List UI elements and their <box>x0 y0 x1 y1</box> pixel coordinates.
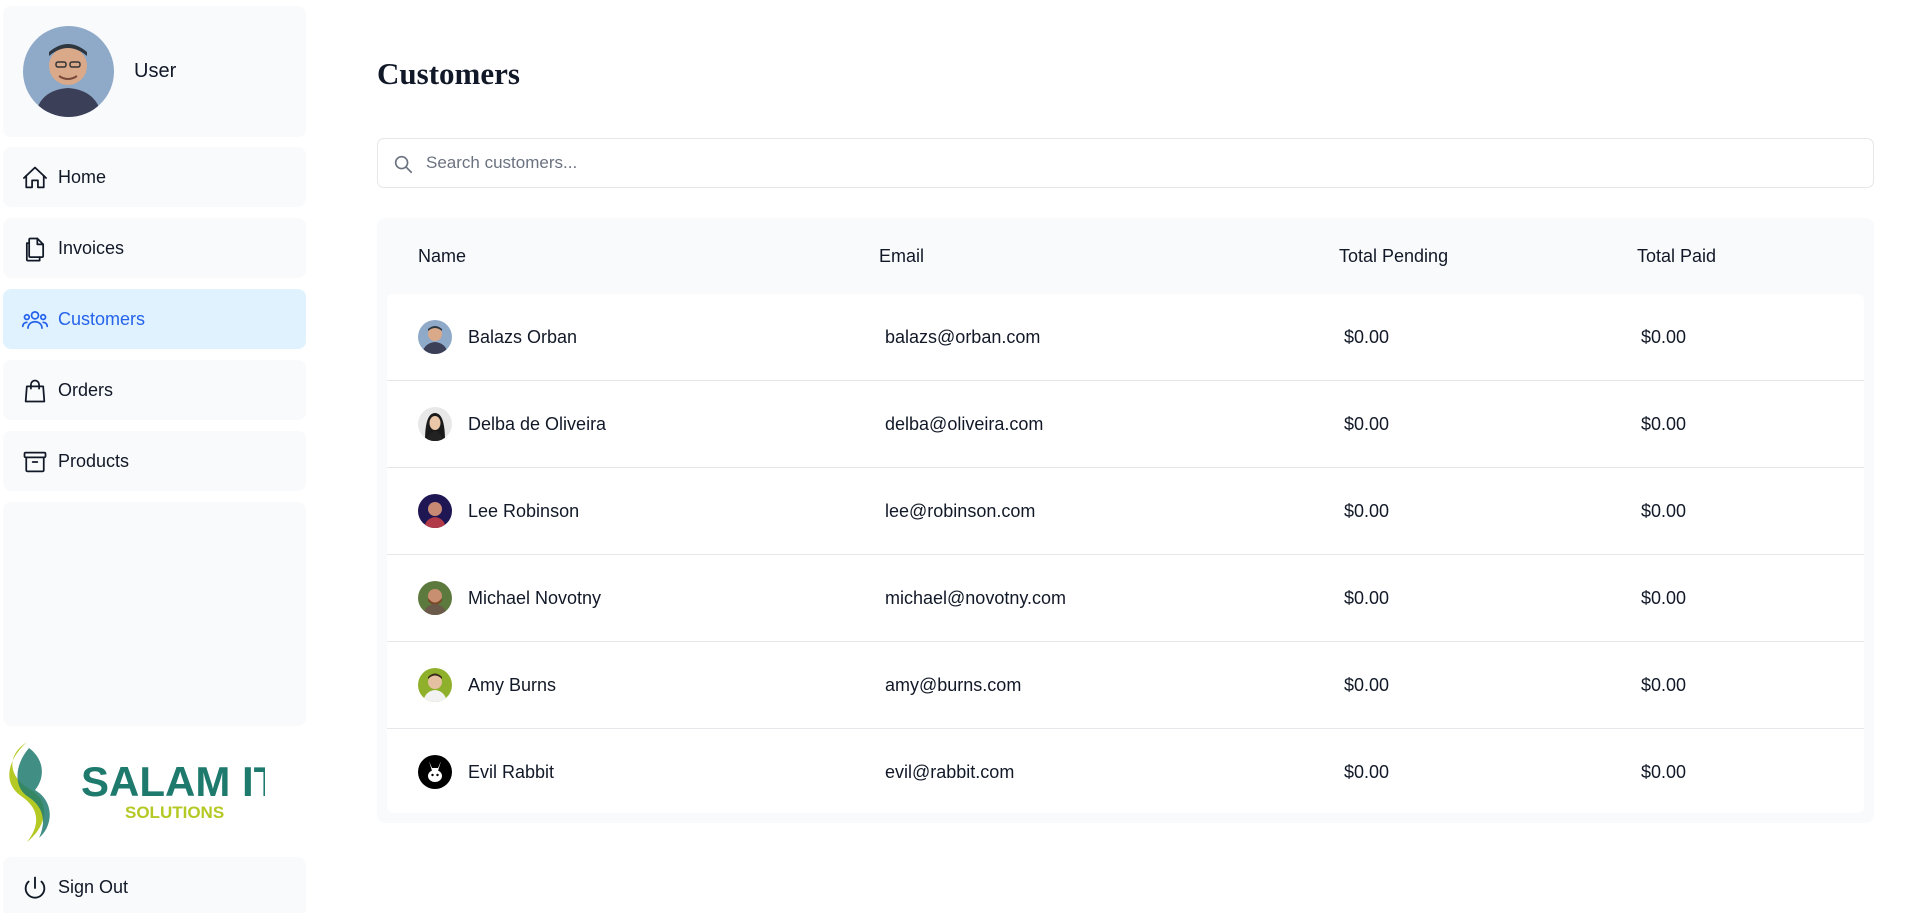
customer-total-paid: $0.00 <box>1641 414 1687 434</box>
page-title: Customers <box>377 56 520 91</box>
column-header-email: Email <box>879 246 925 266</box>
customer-total-pending: $0.00 <box>1344 675 1390 695</box>
table-row[interactable]: Lee Robinson lee@robinson.com $0.00 $0.0… <box>387 468 1864 555</box>
table-header: Name Email Total Pending Total Paid <box>377 218 1874 294</box>
customer-name: Delba de Oliveira <box>468 414 607 434</box>
main-content: Customers Name Email Total Pending Total… <box>377 0 1875 913</box>
sidebar-item-label: Orders <box>58 380 114 400</box>
customer-total-paid: $0.00 <box>1641 327 1687 347</box>
sidebar-item-label: Products <box>58 451 130 471</box>
power-icon <box>24 876 46 899</box>
customer-total-pending: $0.00 <box>1344 501 1390 521</box>
user-name: User <box>134 60 177 82</box>
customer-avatar <box>418 668 452 702</box>
sidebar-spacer <box>3 502 306 726</box>
customer-email: amy@burns.com <box>885 675 1022 695</box>
home-icon <box>23 166 47 189</box>
customer-total-paid: $0.00 <box>1641 675 1687 695</box>
customer-email: delba@oliveira.com <box>885 414 1044 434</box>
customer-avatar <box>418 494 452 528</box>
customer-name: Evil Rabbit <box>468 762 555 782</box>
sidebar-item-label: Home <box>58 167 107 187</box>
customer-total-pending: $0.00 <box>1344 588 1390 608</box>
customer-email: michael@novotny.com <box>885 588 1067 608</box>
customer-name: Lee Robinson <box>468 501 580 521</box>
salam-it-logo[interactable]: SALAM IT SOLUTIONS <box>5 738 280 848</box>
customer-name: Michael Novotny <box>468 588 602 608</box>
customer-total-pending: $0.00 <box>1344 327 1390 347</box>
sign-out-button[interactable]: Sign Out <box>3 857 306 913</box>
column-header-total-pending: Total Pending <box>1339 246 1449 266</box>
user-card: User <box>3 6 306 137</box>
customer-total-paid: $0.00 <box>1641 762 1687 782</box>
customer-name: Balazs Orban <box>468 327 578 347</box>
customer-email: lee@robinson.com <box>885 501 1036 521</box>
customer-email: evil@rabbit.com <box>885 762 1015 782</box>
sidebar: User Home Invoices Customers Orders Prod… <box>3 6 306 913</box>
customer-name: Amy Burns <box>468 675 557 695</box>
sidebar-item-orders[interactable]: Orders <box>3 360 306 420</box>
archive-box-icon <box>23 451 47 473</box>
customer-email: balazs@orban.com <box>885 327 1041 347</box>
logo-line2: SOLUTIONS <box>125 803 224 822</box>
sign-out-label: Sign Out <box>58 877 129 897</box>
search-input[interactable] <box>426 139 1846 187</box>
customer-avatar <box>418 320 452 354</box>
sidebar-item-home[interactable]: Home <box>3 147 306 207</box>
column-header-total-paid: Total Paid <box>1637 246 1717 266</box>
documents-icon <box>25 237 45 262</box>
customer-avatar <box>418 581 452 615</box>
search-icon <box>394 155 413 174</box>
users-icon <box>21 310 49 330</box>
sidebar-item-products[interactable]: Products <box>3 431 306 491</box>
user-avatar[interactable] <box>23 26 114 117</box>
table-row[interactable]: Michael Novotny michael@novotny.com $0.0… <box>387 555 1864 642</box>
column-header-name: Name <box>418 246 467 266</box>
search-bar <box>377 138 1874 188</box>
table-row[interactable]: Delba de Oliveira delba@oliveira.com $0.… <box>387 381 1864 468</box>
sidebar-item-invoices[interactable]: Invoices <box>3 218 306 278</box>
customer-total-pending: $0.00 <box>1344 414 1390 434</box>
customers-table: Name Email Total Pending Total Paid Bala… <box>377 218 1874 823</box>
sidebar-item-label: Invoices <box>58 238 125 258</box>
table-body: Balazs Orban balazs@orban.com $0.00 $0.0… <box>387 294 1864 813</box>
table-row[interactable]: Evil Rabbit evil@rabbit.com $0.00 $0.00 <box>387 729 1864 816</box>
sidebar-item-label: Customers <box>58 309 146 329</box>
table-row[interactable]: Amy Burns amy@burns.com $0.00 $0.00 <box>387 642 1864 729</box>
customer-total-paid: $0.00 <box>1641 588 1687 608</box>
customer-avatar <box>418 755 452 789</box>
table-row[interactable]: Balazs Orban balazs@orban.com $0.00 $0.0… <box>387 294 1864 381</box>
customer-total-paid: $0.00 <box>1641 501 1687 521</box>
customer-avatar <box>418 407 452 441</box>
shopping-bag-icon <box>24 379 46 403</box>
logo-line1: SALAM IT <box>81 758 265 805</box>
sidebar-item-customers[interactable]: Customers <box>3 289 306 349</box>
customer-total-pending: $0.00 <box>1344 762 1390 782</box>
